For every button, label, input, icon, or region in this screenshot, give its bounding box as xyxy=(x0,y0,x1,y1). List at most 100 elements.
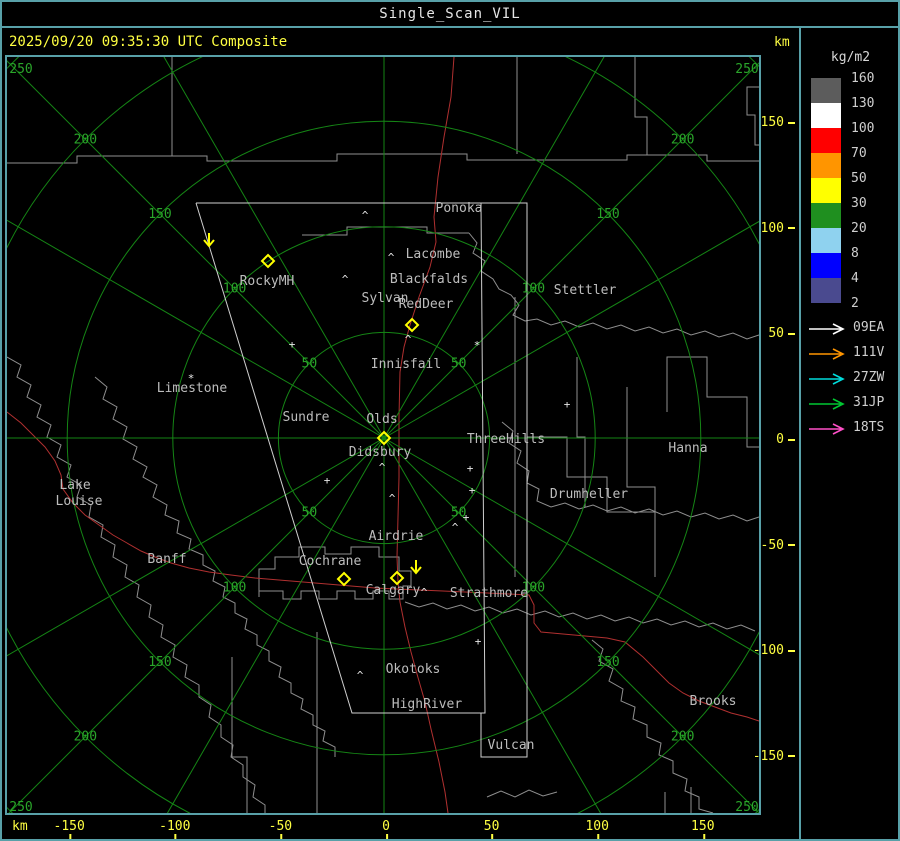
scale-swatch-100 xyxy=(811,128,841,153)
bottom-axis-tick-100: 100 xyxy=(585,819,609,839)
right-axis-unit: km xyxy=(774,35,790,50)
scale-value-label: 4 xyxy=(851,271,859,286)
ring-distance-label: 50 xyxy=(451,356,467,371)
track-legend-row-27ZW: 27ZW xyxy=(805,367,897,391)
town-marker: + xyxy=(324,474,331,487)
ring-distance-label: 150 xyxy=(596,207,619,222)
city-label-sundre: Sundre xyxy=(283,410,330,425)
scale-swatch-130 xyxy=(811,103,841,128)
ring-distance-label: 150 xyxy=(148,655,171,670)
county-boundary-line xyxy=(626,387,656,577)
town-marker: + xyxy=(467,462,474,475)
city-label-reddeer: RedDeer xyxy=(399,297,454,312)
scale-value-label: 100 xyxy=(851,121,875,136)
scan-timestamp: 2025/09/20 09:35:30 UTC Composite xyxy=(9,34,288,50)
town-marker: ^ xyxy=(388,251,395,264)
track-legend-row-09EA: 09EA xyxy=(805,317,897,341)
county-boundary-line xyxy=(404,601,756,632)
scale-value-label: 50 xyxy=(851,171,867,186)
bottom-distance-axis: km -150 -100 -50 0 50 100 150 xyxy=(2,815,797,839)
radar-app-window: Single_Scan_VIL 2025/09/20 09:35:30 UTC … xyxy=(0,0,900,841)
right-distance-axis: 150 100 50 0 -50 -100 -150 xyxy=(753,55,797,815)
bottom-axis-tick--150: -150 xyxy=(54,819,85,839)
scale-value-label: 70 xyxy=(851,146,867,161)
city-label-cochrane: Cochrane xyxy=(299,554,362,569)
scale-swatch-8 xyxy=(811,253,841,278)
bottom-axis-tick--100: -100 xyxy=(159,819,190,839)
city-label-drumheller: Drumheller xyxy=(550,487,628,502)
city-label-hanna: Hanna xyxy=(668,441,707,456)
town-marker: ^ xyxy=(362,209,369,222)
town-marker: ^ xyxy=(389,492,396,505)
city-label-vulcan: Vulcan xyxy=(488,738,535,753)
town-marker: ^ xyxy=(342,273,349,286)
county-boundary-line xyxy=(302,226,469,236)
city-label-lake: Lake xyxy=(59,478,90,493)
right-axis-tick-150: 150 xyxy=(761,115,795,130)
town-marker: ^ xyxy=(357,669,364,682)
scale-swatch-4 xyxy=(811,278,841,303)
ring-distance-label: 200 xyxy=(671,132,694,147)
azimuth-radial-120 xyxy=(163,57,385,439)
scale-swatch-160 xyxy=(811,78,841,103)
city-label-innisfail: Innisfail xyxy=(371,357,441,372)
right-axis-tick-0: 0 xyxy=(776,432,795,447)
town-marker: + xyxy=(469,484,476,497)
city-label-threehills: ThreeHills xyxy=(467,432,545,447)
ring-distance-label: 250 xyxy=(735,800,758,813)
town-marker: + xyxy=(475,635,482,648)
city-label-okotoks: Okotoks xyxy=(386,662,441,677)
track-legend-row-111V: 111V xyxy=(805,342,897,366)
bottom-axis-tick-0: 0 xyxy=(382,819,390,839)
city-label-strathmore: Strathmore xyxy=(450,586,528,601)
town-marker: + xyxy=(463,511,470,524)
town-marker: + xyxy=(289,338,296,351)
town-marker: * xyxy=(474,339,481,352)
town-marker: + xyxy=(564,398,571,411)
city-label-ponoka: Ponoka xyxy=(436,201,483,216)
city-label-didsbury: Didsbury xyxy=(349,445,412,460)
track-legend-row-31JP: 31JP xyxy=(805,392,897,416)
ring-distance-label: 200 xyxy=(74,132,97,147)
city-label-airdrie: Airdrie xyxy=(369,529,424,544)
right-axis-tick--150: -150 xyxy=(753,749,795,764)
town-marker: ^ xyxy=(379,461,386,474)
town-marker: * xyxy=(188,372,195,385)
county-boundary-line xyxy=(231,657,248,813)
scale-swatch-30 xyxy=(811,203,841,228)
ring-distance-label: 200 xyxy=(74,730,97,745)
right-axis-tick--100: -100 xyxy=(753,643,795,658)
radar-map-svg: 50 5050 50100 100100 100150 150150 150200 20020… xyxy=(7,57,759,813)
city-label-stettler: Stettler xyxy=(554,283,617,298)
ring-distance-label: 100 xyxy=(522,282,545,297)
ring-distance-label: 250 xyxy=(9,800,32,813)
bottom-axis-unit: km xyxy=(12,819,28,834)
right-axis-tick-100: 100 xyxy=(761,221,795,236)
storm-motion-arrow xyxy=(410,560,422,575)
right-axis-tick-50: 50 xyxy=(768,326,795,341)
legend-panel: kg/m2 160 130 100 70 50 30 20 8 4 2 09EA 111V 27ZW 3… xyxy=(799,28,898,839)
county-boundary-line xyxy=(486,789,558,798)
city-label-brooks: Brooks xyxy=(690,694,737,709)
scale-value-label: 30 xyxy=(851,196,867,211)
right-axis-tick--50: -50 xyxy=(761,538,795,553)
scale-value-label: 160 xyxy=(851,71,875,86)
ring-distance-label: 200 xyxy=(671,730,694,745)
bottom-axis-tick-150: 150 xyxy=(691,819,715,839)
legend-unit-label: kg/m2 xyxy=(830,50,871,65)
radar-map-canvas[interactable]: 50 50 50 50 100 100 100 100 150 150 150 150 200 200 20… xyxy=(5,55,761,815)
ring-distance-label: 50 xyxy=(302,356,318,371)
city-label-highriver: HighRiver xyxy=(392,697,463,712)
track-arrow-icon xyxy=(809,423,845,435)
city-label-rockymh: RockyMH xyxy=(240,274,295,289)
ring-distance-label: 250 xyxy=(735,62,758,77)
bottom-axis-tick--50: -50 xyxy=(269,819,292,839)
track-arrow-icon xyxy=(809,373,845,385)
city-label-calgary: Calgary xyxy=(366,583,421,598)
county-boundary-line xyxy=(576,357,586,507)
ring-distance-label: 50 xyxy=(302,506,318,521)
ring-distance-label: 250 xyxy=(9,62,32,77)
scale-value-label: 2 xyxy=(851,296,859,311)
track-legend-row-18TS: 18TS xyxy=(805,417,897,441)
city-label-louise: Louise xyxy=(56,494,103,509)
